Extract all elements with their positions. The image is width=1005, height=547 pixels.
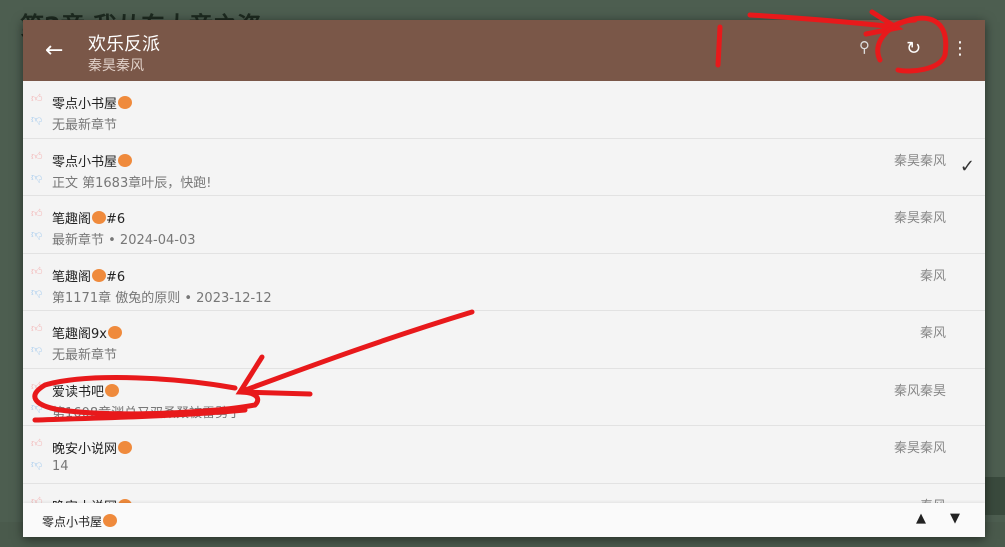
source-name: 零点小书屋 xyxy=(52,93,133,112)
thumb-down-icon[interactable]: 👎︎ xyxy=(31,458,42,471)
pumpkin-icon xyxy=(92,211,107,224)
pumpkin-icon xyxy=(118,441,133,454)
source-author: 秦风秦昊 xyxy=(893,383,946,399)
source-name: 笔趣阁 #6 xyxy=(52,268,126,285)
source-item[interactable]: 👍︎ 👎︎ 笔趣阁 #6 第1171章 傲兔的原则 • 2023-12-12 秦风 xyxy=(23,254,985,311)
latest-chapter: 无最新章节 xyxy=(52,118,118,133)
source-item[interactable]: 👍︎ 👎︎ 零点小书屋 无最新章节 xyxy=(23,81,985,139)
more-vert-icon[interactable]: ⋮ xyxy=(951,38,969,59)
scroll-down-icon[interactable]: ▼ xyxy=(950,511,960,526)
latest-chapter: 第1171章 傲兔的原则 • 2023-12-12 xyxy=(52,290,272,306)
latest-chapter: 无最新章节 xyxy=(52,348,118,363)
source-item[interactable]: 👍︎ 👎︎ 晚安小说网 14 秦昊秦风 xyxy=(23,426,985,484)
source-author: 秦风 xyxy=(920,495,946,504)
thumb-up-icon[interactable]: 👍︎ xyxy=(31,92,43,105)
thumb-up-icon[interactable]: 👍︎ xyxy=(31,322,43,335)
source-name: 笔趣阁 #6 xyxy=(52,211,126,227)
pumpkin-icon xyxy=(103,514,118,527)
source-name: 笔趣阁9x xyxy=(52,323,122,342)
latest-chapter: 正文 第1683章叶辰，快跑! xyxy=(52,175,212,191)
source-item[interactable]: 👍︎ 👎︎ 笔趣阁 #6 最新章节 • 2024-04-03 秦昊秦风 xyxy=(23,196,985,254)
thumb-up-icon[interactable]: 👍︎ xyxy=(31,207,43,220)
toolbar: ← 欢乐反派 秦昊秦风 ⚲ ↻ ⋮ xyxy=(23,20,985,81)
thumb-up-icon[interactable]: 👍︎ xyxy=(31,380,43,393)
change-source-dialog: ← 欢乐反派 秦昊秦风 ⚲ ↻ ⋮ 👍︎ 👎︎ 零点小书屋 无最新章节 👍︎ 👎… xyxy=(23,20,985,537)
source-author: 秦昊秦风 xyxy=(893,153,946,169)
source-author: 秦昊秦风 xyxy=(893,211,946,226)
source-author: 秦风 xyxy=(919,326,946,341)
source-name: 晚安小说网 xyxy=(52,438,133,457)
background-panel xyxy=(985,477,1005,515)
scroll-up-icon[interactable]: ▲ xyxy=(916,511,926,526)
book-title: 欢乐反派 xyxy=(88,34,160,55)
thumb-up-icon[interactable]: 👍︎ xyxy=(31,150,43,163)
thumb-down-icon[interactable]: 👎︎ xyxy=(31,401,42,414)
search-icon[interactable]: ⚲ xyxy=(859,38,870,56)
thumb-up-icon[interactable]: 👍︎ xyxy=(31,495,43,504)
thumb-down-icon[interactable]: 👎︎ xyxy=(31,228,42,241)
pumpkin-icon xyxy=(105,383,120,397)
current-source[interactable]: 零点小书屋 xyxy=(42,513,118,530)
refresh-icon[interactable]: ↻ xyxy=(906,38,921,59)
pumpkin-icon xyxy=(92,268,107,282)
source-item[interactable]: 👍︎ 👎︎ 爱读书吧 第1608章渊总又双叒叕被雷劈了 秦风秦昊 xyxy=(23,369,985,426)
latest-chapter: 第1608章渊总又双叒叕被雷劈了 xyxy=(52,405,242,421)
source-item[interactable]: 👍︎ 👎︎ 笔趣阁9x 无最新章节 秦风 xyxy=(23,311,985,369)
book-author: 秦昊秦风 xyxy=(88,58,144,74)
thumb-down-icon[interactable]: 👎︎ xyxy=(31,343,42,356)
thumb-up-icon[interactable]: 👍︎ xyxy=(31,437,43,450)
thumb-down-icon[interactable]: 👎︎ xyxy=(31,286,42,299)
bottom-bar: 零点小书屋 ▲ ▼ xyxy=(23,503,985,537)
source-name: 晚安小说网 xyxy=(52,496,133,503)
source-author: 秦风 xyxy=(919,268,946,284)
source-list[interactable]: 👍︎ 👎︎ 零点小书屋 无最新章节 👍︎ 👎︎ 零点小书屋 正文 第1683章叶… xyxy=(23,81,985,503)
pumpkin-icon xyxy=(118,153,133,167)
latest-chapter: 14 xyxy=(52,459,69,474)
source-name: 爱读书吧 xyxy=(52,381,120,400)
pumpkin-icon xyxy=(107,326,122,339)
source-name: 零点小书屋 xyxy=(52,151,133,170)
thumb-down-icon[interactable]: 👎︎ xyxy=(31,113,42,126)
latest-chapter: 最新章节 • 2024-04-03 xyxy=(52,233,196,248)
thumb-up-icon[interactable]: 👍︎ xyxy=(31,265,43,278)
thumb-down-icon[interactable]: 👎︎ xyxy=(31,171,42,184)
source-item[interactable]: 👍︎ 👎︎ 晚安小说网 秦风 xyxy=(23,484,985,504)
source-author: 秦昊秦风 xyxy=(893,441,946,456)
check-icon: ✓ xyxy=(959,155,975,177)
source-item[interactable]: 👍︎ 👎︎ 零点小书屋 正文 第1683章叶辰，快跑! 秦昊秦风 ✓ xyxy=(23,139,985,196)
pumpkin-icon xyxy=(118,96,133,109)
arrow-back-icon[interactable]: ← xyxy=(45,38,63,63)
